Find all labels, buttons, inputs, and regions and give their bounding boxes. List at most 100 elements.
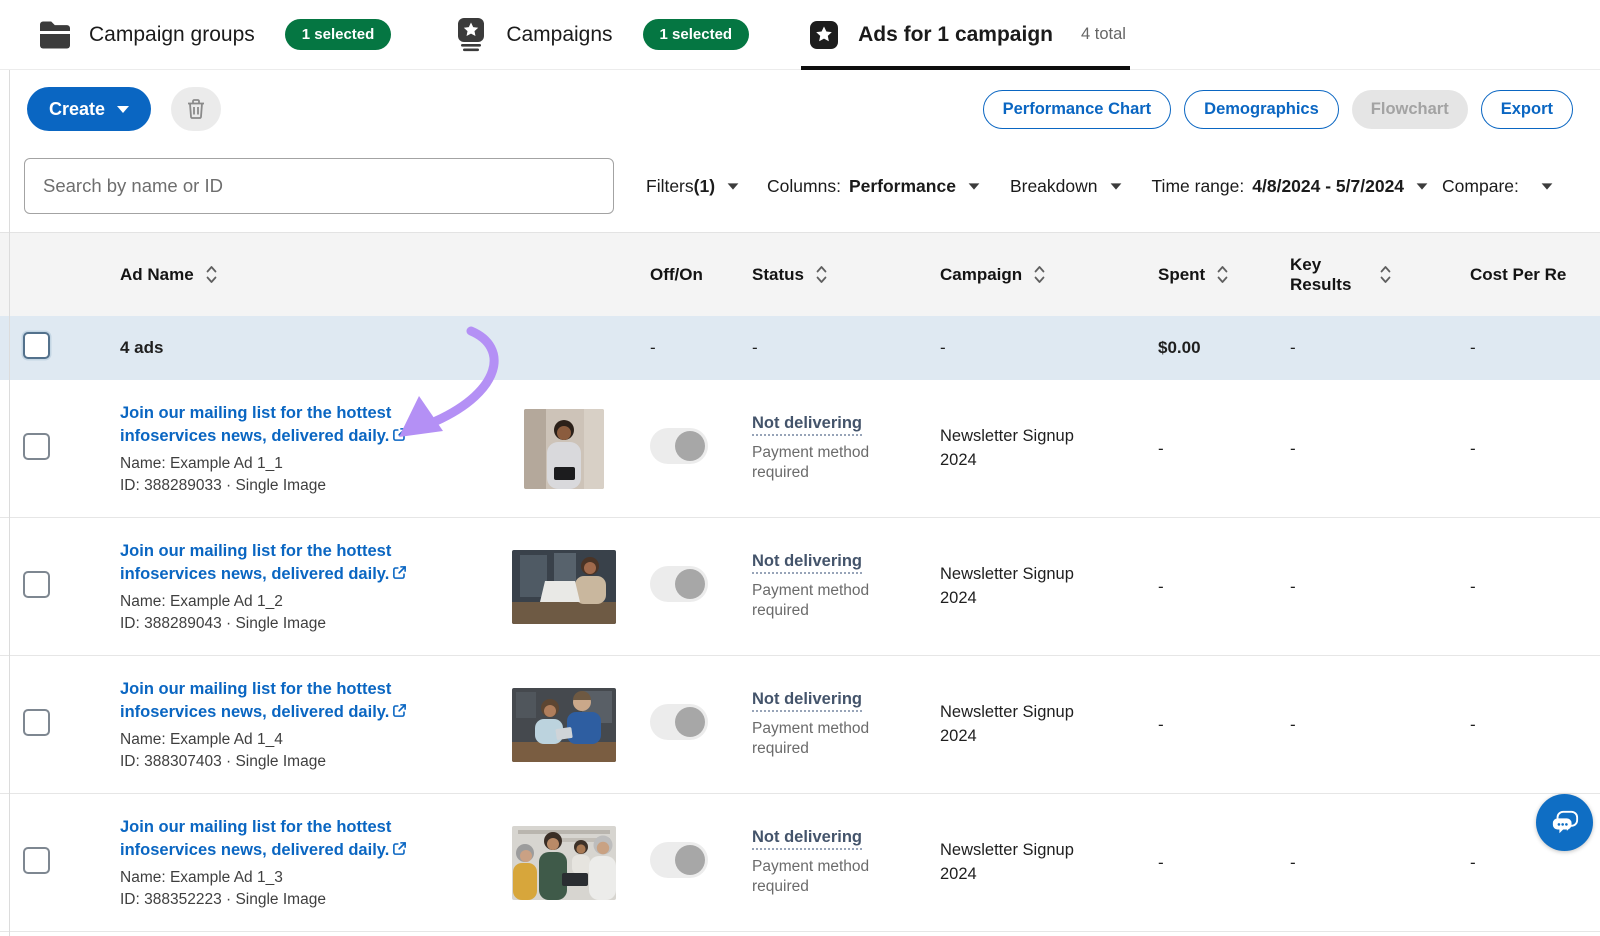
campaign-name: Newsletter Signup 2024 (926, 563, 1101, 611)
export-button[interactable]: Export (1481, 90, 1573, 129)
campaign-name: Newsletter Signup 2024 (926, 839, 1101, 887)
breakdown-label: Breakdown (1010, 176, 1098, 197)
cost-per-result-value: - (1393, 439, 1600, 459)
spent-value: - (1108, 577, 1238, 597)
header-spent[interactable]: Spent (1108, 264, 1238, 285)
toggle-knob (675, 431, 705, 461)
actions-toolbar: Create Performance Chart Demographics Fl… (0, 70, 1600, 150)
header-cost-per-result[interactable]: Cost Per Re (1393, 265, 1600, 285)
ad-title-link[interactable]: Join our mailing list for the hottest in… (120, 816, 432, 862)
ad-title-link[interactable]: Join our mailing list for the hottest in… (120, 402, 432, 448)
delete-button[interactable] (171, 87, 221, 131)
create-button[interactable]: Create (27, 87, 151, 131)
cost-per-result-value: - (1393, 715, 1600, 735)
columns-dropdown[interactable]: Columns: Performance (767, 176, 980, 197)
tab-campaign-groups[interactable]: Campaign groups (38, 0, 255, 70)
row-checkbox[interactable] (23, 709, 50, 736)
filters-label: Filters (646, 176, 694, 197)
toggle-knob (675, 569, 705, 599)
cost-per-result-value: - (1393, 577, 1600, 597)
filters-count: (1) (694, 176, 715, 197)
ads-total-count: 4 total (1081, 25, 1126, 44)
create-button-label: Create (49, 99, 105, 120)
performance-chart-button[interactable]: Performance Chart (983, 90, 1172, 129)
help-chat-button[interactable] (1536, 794, 1593, 851)
time-range-dropdown[interactable]: Time range: 4/8/2024 - 5/7/2024 (1152, 176, 1429, 197)
header-ad-name[interactable]: Ad Name (70, 264, 500, 285)
external-link-icon (392, 841, 407, 856)
off-on-toggle[interactable] (650, 842, 708, 878)
status-detail: Payment method required (752, 857, 880, 897)
select-all-checkbox[interactable] (23, 332, 50, 359)
sort-arrows-icon (1378, 264, 1393, 285)
status-text[interactable]: Not delivering (752, 828, 862, 850)
external-link-icon (392, 565, 407, 580)
summary-cost-per-result: - (1393, 338, 1600, 358)
toggle-knob (675, 707, 705, 737)
summary-row: 4 ads - - - $0.00 - - (0, 316, 1600, 380)
summary-campaign: - (926, 338, 1108, 358)
search-input[interactable] (24, 158, 614, 214)
trash-icon (186, 98, 206, 120)
row-checkbox[interactable] (23, 433, 50, 460)
status-text[interactable]: Not delivering (752, 414, 862, 436)
columns-value: Performance (849, 176, 956, 197)
ad-thumbnail[interactable] (512, 688, 616, 762)
row-checkbox[interactable] (23, 847, 50, 874)
campaign-name: Newsletter Signup 2024 (926, 425, 1101, 473)
status-text[interactable]: Not delivering (752, 552, 862, 574)
caret-down-icon (117, 106, 129, 113)
tab-campaigns-label: Campaigns (506, 23, 612, 47)
table-header-row: Ad Name Off/On Status Campaign Spent Key… (0, 232, 1600, 316)
demographics-button[interactable]: Demographics (1184, 90, 1339, 129)
external-link-icon (392, 427, 407, 442)
filters-dropdown[interactable]: Filters(1) (646, 176, 739, 197)
caret-down-icon (1417, 183, 1428, 189)
ad-name: Name: Example Ad 1_1 (120, 455, 484, 473)
ad-thumbnail[interactable] (524, 409, 604, 489)
spent-value: - (1108, 439, 1238, 459)
sort-arrows-icon (1215, 264, 1230, 285)
level-tabs-bar: Campaign groups 1 selected Campaigns 1 s… (0, 0, 1600, 70)
ad-name: Name: Example Ad 1_3 (120, 869, 484, 887)
header-status[interactable]: Status (738, 264, 926, 285)
campaigns-selected-badge: 1 selected (643, 19, 750, 50)
status-detail: Payment method required (752, 443, 880, 483)
row-checkbox[interactable] (23, 571, 50, 598)
off-on-toggle[interactable] (650, 566, 708, 602)
table-row: Join our mailing list for the hottest in… (0, 380, 1600, 518)
header-campaign[interactable]: Campaign (926, 264, 1108, 285)
ad-thumbnail[interactable] (512, 826, 616, 900)
status-detail: Payment method required (752, 719, 880, 759)
status-text[interactable]: Not delivering (752, 690, 862, 712)
spent-value: - (1108, 715, 1238, 735)
ad-id: ID: 388289043 · Single Image (120, 615, 484, 633)
ad-id: ID: 388352223 · Single Image (120, 891, 484, 909)
tab-campaigns[interactable]: Campaigns (453, 0, 612, 70)
status-detail: Payment method required (752, 581, 880, 621)
caret-down-icon (1110, 183, 1121, 189)
cost-per-result-value: - (1393, 853, 1600, 873)
ad-title-link[interactable]: Join our mailing list for the hottest in… (120, 540, 432, 586)
chat-bubbles-icon (1550, 809, 1580, 837)
off-on-toggle[interactable] (650, 428, 708, 464)
off-on-toggle[interactable] (650, 704, 708, 740)
table-row: Join our mailing list for the hottest in… (0, 794, 1600, 932)
breakdown-dropdown[interactable]: Breakdown (1010, 176, 1122, 197)
header-key-results[interactable]: Key Results (1238, 255, 1393, 295)
sort-arrows-icon (814, 264, 829, 285)
ad-thumbnail[interactable] (512, 550, 616, 624)
ad-id: ID: 388307403 · Single Image (120, 753, 484, 771)
compare-dropdown[interactable]: Compare: (1442, 176, 1553, 197)
content-left-border (9, 70, 10, 936)
ad-name: Name: Example Ad 1_2 (120, 593, 484, 611)
folder-icon (38, 20, 72, 50)
star-pages-icon (453, 16, 489, 54)
tab-ads[interactable]: Ads for 1 campaign 4 total (807, 0, 1126, 70)
table-row: Join our mailing list for the hottest in… (0, 518, 1600, 656)
summary-status: - (738, 338, 926, 358)
ad-name: Name: Example Ad 1_4 (120, 731, 484, 749)
time-range-value: 4/8/2024 - 5/7/2024 (1252, 176, 1404, 197)
spent-value: - (1108, 853, 1238, 873)
ad-title-link[interactable]: Join our mailing list for the hottest in… (120, 678, 432, 724)
